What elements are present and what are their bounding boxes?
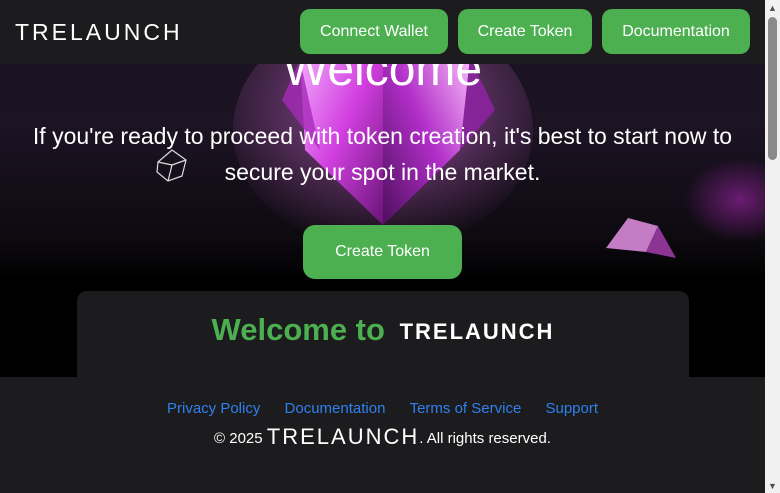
- footer-link-documentation[interactable]: Documentation: [285, 400, 386, 417]
- footer-brand-name: TRELAUNCH: [266, 424, 420, 449]
- copyright-suffix: . All rights reserved.: [419, 430, 551, 447]
- welcome-card-title: Welcome to TRELAUNCH: [77, 311, 689, 351]
- footer-link-privacy[interactable]: Privacy Policy: [167, 400, 260, 417]
- vertical-scrollbar[interactable]: ▲ ▼: [765, 0, 780, 493]
- welcome-to-label: Welcome to: [211, 312, 385, 347]
- copyright-prefix: © 2025: [214, 430, 263, 447]
- card-brand-name: TRELAUNCH: [399, 319, 555, 344]
- page-viewport: Welcome If you're ready to proceed with …: [0, 0, 765, 493]
- nav-documentation-button[interactable]: Documentation: [602, 9, 750, 54]
- footer-links: Privacy Policy Documentation Terms of Se…: [0, 400, 765, 417]
- footer-link-terms[interactable]: Terms of Service: [410, 400, 522, 417]
- copyright-text: © 2025 TRELAUNCH. All rights reserved.: [0, 424, 765, 450]
- scroll-down-arrow-icon[interactable]: ▼: [765, 478, 780, 493]
- pink-crystal-shape: [606, 218, 676, 258]
- hero-create-token-button[interactable]: Create Token: [303, 225, 462, 279]
- connect-wallet-button[interactable]: Connect Wallet: [300, 9, 448, 54]
- brand-logo[interactable]: TRELAUNCH: [15, 16, 183, 48]
- nav-create-token-button[interactable]: Create Token: [458, 9, 592, 54]
- footer-link-support[interactable]: Support: [545, 400, 598, 417]
- scrollbar-thumb[interactable]: [768, 17, 777, 160]
- page-footer: Privacy Policy Documentation Terms of Se…: [0, 377, 765, 493]
- top-navbar: TRELAUNCH Connect Wallet Create Token Do…: [0, 0, 765, 64]
- scroll-up-arrow-icon[interactable]: ▲: [765, 0, 780, 15]
- hero-description: If you're ready to proceed with token cr…: [32, 123, 733, 185]
